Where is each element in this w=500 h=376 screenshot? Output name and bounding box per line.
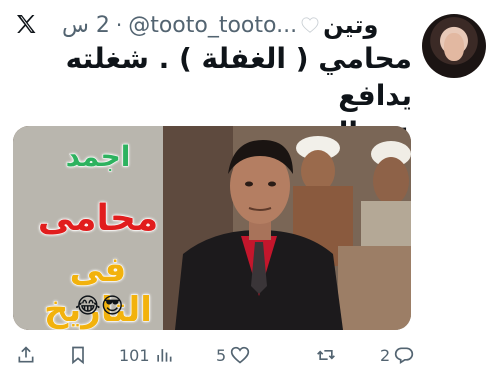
- tweet-text-line: محامي ( الغفلة ) . شغلته يدافع: [65, 42, 412, 112]
- bookmark-icon: [72, 346, 84, 365]
- reply-icon: [395, 347, 414, 365]
- background-man-face: [301, 150, 335, 192]
- avatar[interactable]: [422, 14, 486, 78]
- reply-count: 2: [380, 345, 391, 365]
- bookmark-button[interactable]: [68, 340, 88, 370]
- tweet-header: وتين @tooto_tooto... · 2 س: [62, 10, 412, 40]
- like-count: 5: [216, 345, 227, 365]
- like-button[interactable]: 5: [216, 340, 250, 370]
- views-icon: [156, 349, 172, 362]
- tweet-actions: 101 5 2: [0, 340, 500, 370]
- background-crowd: [338, 246, 411, 330]
- eye: [245, 181, 253, 187]
- emoji-overlay: 😂😎: [75, 294, 124, 319]
- like-icon: [231, 346, 250, 364]
- eye: [268, 181, 276, 187]
- views-count: 101: [119, 345, 150, 365]
- retweet-icon: [317, 350, 335, 360]
- avatar-face: [444, 33, 464, 61]
- retweet-button[interactable]: [312, 340, 336, 370]
- timestamp[interactable]: 2 س: [62, 13, 110, 38]
- tweet-media[interactable]: اجمد محامى فى التاريخ 😂😎: [13, 126, 411, 330]
- overlay-text-line: محامى: [37, 198, 159, 240]
- reply-button[interactable]: 2: [380, 340, 414, 370]
- white-heart-icon: [301, 17, 319, 33]
- user-handle[interactable]: @tooto_tooto...: [128, 13, 297, 38]
- overlay-text-line: اجمد: [65, 140, 131, 174]
- display-name[interactable]: وتين: [323, 11, 378, 39]
- separator-dot: ·: [115, 13, 123, 37]
- share-button[interactable]: [16, 340, 36, 370]
- background-man-face: [373, 157, 409, 205]
- views-button[interactable]: 101: [119, 340, 174, 370]
- x-logo-icon[interactable]: [14, 12, 38, 36]
- share-icon: [18, 346, 34, 363]
